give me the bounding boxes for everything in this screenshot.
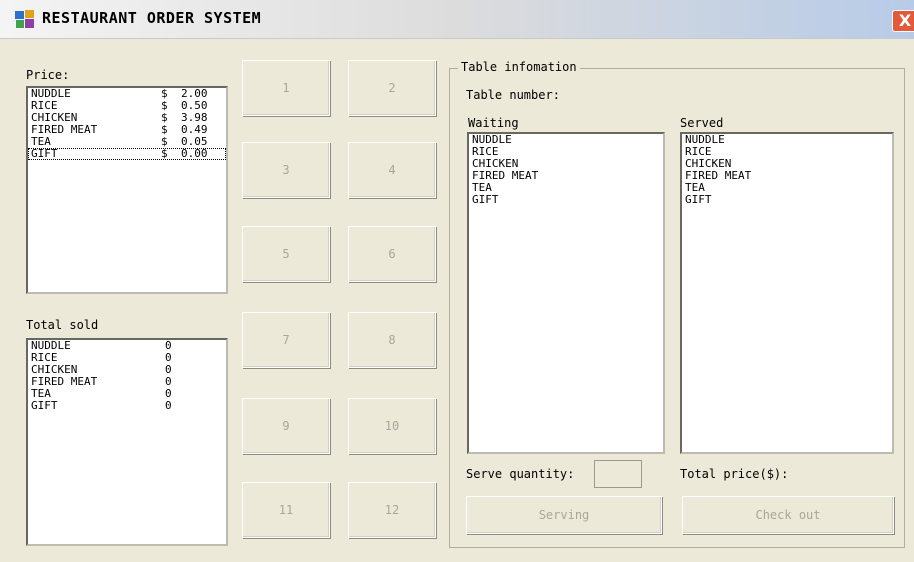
table-button-2[interactable]: 2 — [348, 60, 436, 116]
served-list-item[interactable]: FIRED MEAT — [682, 170, 892, 182]
serve-quantity-label: Serve quantity: — [466, 467, 575, 481]
item-name: GIFT — [31, 399, 58, 412]
served-list-item[interactable]: NUDDLE — [682, 134, 892, 146]
table-button-11[interactable]: 11 — [242, 482, 330, 538]
table-button-8[interactable]: 8 — [348, 312, 436, 368]
item-price: $0.00 — [161, 148, 221, 160]
window-title: RESTAURANT ORDER SYSTEM — [42, 9, 262, 27]
sold-list-item[interactable]: NUDDLE 0 — [28, 340, 226, 352]
waiting-list-item[interactable]: FIRED MEAT — [469, 170, 663, 182]
waiting-listbox[interactable]: NUDDLE RICE CHICKEN FIRED MEAT TEA GIFT — [467, 132, 665, 454]
table-button-7[interactable]: 7 — [242, 312, 330, 368]
sold-list-item[interactable]: FIRED MEAT 0 — [28, 376, 226, 388]
served-label: Served — [680, 116, 724, 130]
serve-quantity-input[interactable] — [594, 460, 642, 488]
item-name: FIRED MEAT — [31, 375, 98, 388]
total-sold-label: Total sold — [26, 318, 99, 332]
served-list-item[interactable]: TEA — [682, 182, 892, 194]
item-name: GIFT — [472, 193, 499, 206]
price-label: Price: — [26, 68, 70, 82]
item-name: GIFT — [685, 193, 712, 206]
table-button-4[interactable]: 4 — [348, 142, 436, 198]
app-icon — [15, 10, 34, 28]
price-list-item[interactable]: GIFT $0.00 — [28, 148, 226, 160]
table-button-5[interactable]: 5 — [242, 226, 330, 282]
waiting-list-item[interactable]: GIFT — [469, 194, 663, 206]
sold-count: 0 — [165, 399, 172, 412]
table-button-1[interactable]: 1 — [242, 60, 330, 116]
app-window: RESTAURANT ORDER SYSTEM X Price: NUDDLE $… — [0, 0, 914, 562]
table-button-9[interactable]: 9 — [242, 398, 330, 454]
table-button-6[interactable]: 6 — [348, 226, 436, 282]
title-bar[interactable]: RESTAURANT ORDER SYSTEM X — [0, 0, 914, 39]
total-price-label: Total price($): — [680, 467, 789, 481]
item-name: GIFT — [31, 147, 58, 160]
price-value: 0.00 — [181, 147, 208, 160]
sold-list-item[interactable]: GIFT 0 — [28, 400, 226, 412]
served-listbox[interactable]: NUDDLE RICE CHICKEN FIRED MEAT TEA GIFT — [680, 132, 894, 454]
table-button-10[interactable]: 10 — [348, 398, 436, 454]
table-info-title: Table infomation — [458, 60, 580, 74]
table-number-label: Table number: — [466, 88, 560, 102]
close-button[interactable]: X — [892, 10, 914, 32]
serving-button[interactable]: Serving — [466, 496, 662, 534]
checkout-button[interactable]: Check out — [682, 496, 894, 534]
table-button-12[interactable]: 12 — [348, 482, 436, 538]
table-button-3[interactable]: 3 — [242, 142, 330, 198]
served-list-item[interactable]: GIFT — [682, 194, 892, 206]
currency-symbol: $ — [161, 147, 168, 160]
total-sold-listbox[interactable]: NUDDLE 0 RICE 0 CHICKEN 0 FIRED MEAT 0 TEA 0 GIFT 0 — [26, 338, 228, 546]
waiting-label: Waiting — [468, 116, 519, 130]
price-listbox[interactable]: NUDDLE $2.00 RICE $0.50 CHICKEN $3.98 FIRED ME… — [26, 86, 228, 294]
